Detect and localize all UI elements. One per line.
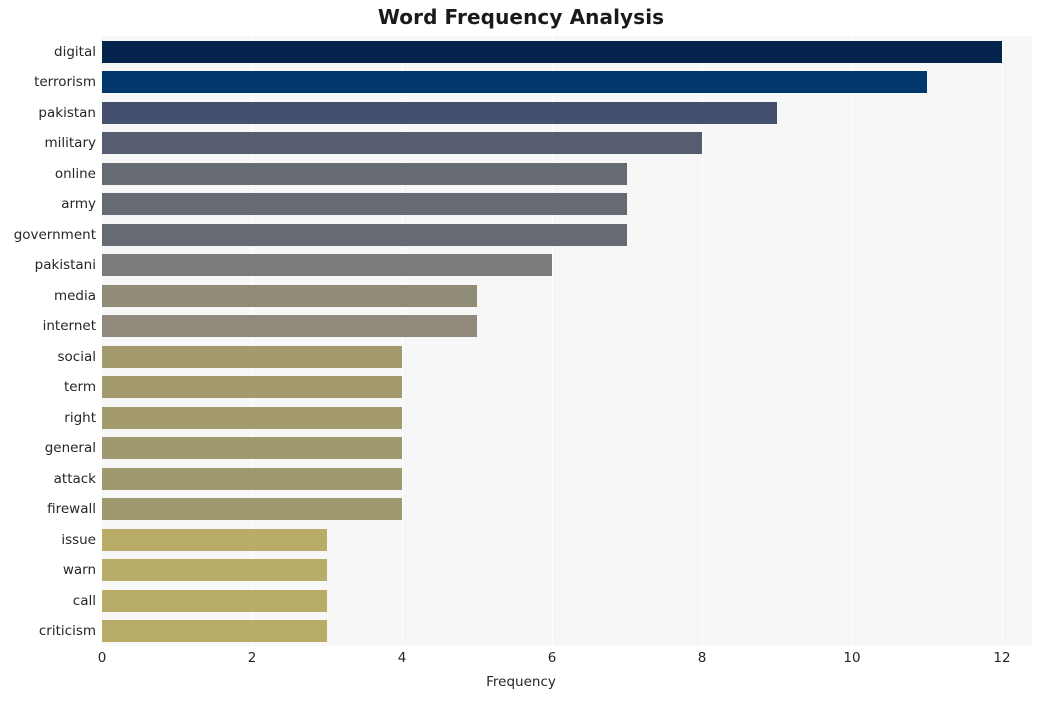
x-axis-tick-label: 0 [97,650,107,666]
bar[interactable] [102,376,402,399]
bars-layer [102,36,1032,646]
y-axis-tick-labels: digital terrorism pakistan military online ar… [0,36,96,646]
y-axis-tick-label: online [54,165,96,182]
y-axis-tick-label: army [61,196,96,213]
y-axis-tick-label: pakistan [38,104,96,121]
y-axis-tick-label: term [63,379,96,396]
bar[interactable] [102,467,402,490]
y-axis-tick-label: firewall [47,501,96,518]
x-axis-tick-label: 12 [993,650,1011,666]
y-axis-tick-label: internet [42,318,96,335]
bar[interactable] [102,498,402,521]
x-axis-tick-label: 6 [547,650,557,666]
bar[interactable] [102,284,477,307]
y-axis-tick-label: right [64,409,96,426]
y-axis-tick-label: terrorism [34,74,96,91]
y-axis-tick-label: media [53,287,96,304]
y-axis-tick-label: government [13,226,96,243]
y-axis-tick-label: criticism [38,623,96,640]
bar[interactable] [102,406,402,429]
x-axis-tick-label: 8 [697,650,707,666]
bar[interactable] [102,193,627,216]
y-axis-tick-label: attack [53,470,96,487]
y-axis-tick-label: issue [61,531,96,548]
bar[interactable] [102,589,327,612]
x-axis-tick-label: 10 [843,650,861,666]
y-axis-tick-label: military [44,135,96,152]
y-axis-tick-label: pakistani [34,257,96,274]
bar[interactable] [102,315,477,338]
y-axis-tick-label: warn [62,562,96,579]
bar[interactable] [102,620,327,643]
bar[interactable] [102,223,627,246]
bar[interactable] [102,345,402,368]
y-axis-tick-label: digital [54,43,96,60]
chart-figure: Word Frequency Analysis digital terrorism… [0,0,1042,701]
bar[interactable] [102,559,327,582]
bar[interactable] [102,132,702,155]
y-axis-tick-label: call [72,592,96,609]
bar[interactable] [102,437,402,460]
bar[interactable] [102,40,1002,63]
bar[interactable] [102,71,927,94]
bar[interactable] [102,101,777,124]
y-axis-tick-label: general [44,440,96,457]
bar[interactable] [102,528,327,551]
x-axis-tick-labels: 0 2 4 6 8 10 12 [0,650,1042,672]
x-axis-title: Frequency [486,674,556,690]
x-axis-tick-label: 4 [397,650,407,666]
bar[interactable] [102,254,552,277]
page-title: Word Frequency Analysis [377,5,665,29]
bar[interactable] [102,162,627,185]
x-axis-tick-label: 2 [247,650,257,666]
y-axis-tick-label: social [57,348,97,365]
